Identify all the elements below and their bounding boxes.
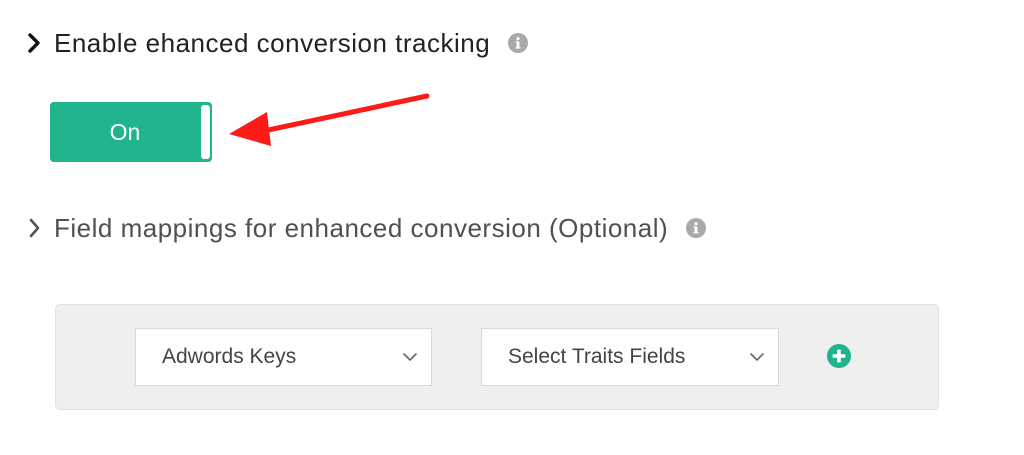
info-circle-icon[interactable] [508,33,529,53]
section-title: Enable ehanced conversion tracking [54,28,491,58]
select-value: Select Traits Fields [508,345,686,368]
info-circle-icon[interactable] [686,218,707,238]
enhanced-conversion-toggle[interactable]: On [50,102,212,162]
plus-circle-icon[interactable] [827,344,851,368]
chevron-down-icon [401,348,419,366]
traits-fields-select[interactable]: Select Traits Fields [481,328,779,386]
chevron-down-icon [748,348,766,366]
select-value: Adwords Keys [162,345,297,368]
chevron-right-icon [24,31,44,55]
red-arrow-icon [229,93,430,146]
toggle-label: On [109,119,141,145]
adwords-keys-select[interactable]: Adwords Keys [135,328,432,386]
field-mapping-panel: Adwords Keys Select Traits Fields [55,304,939,410]
toggle-knob [201,105,210,159]
enhanced-conversion-tracking-header[interactable]: Enable ehanced conversion tracking [24,28,529,58]
field-mappings-header[interactable]: Field mappings for enhanced conversion (… [24,213,707,243]
settings-page: Enable ehanced conversion tracking On Fi… [0,0,1024,455]
section-title: Field mappings for enhanced conversion (… [54,213,669,243]
chevron-right-icon [24,216,44,240]
